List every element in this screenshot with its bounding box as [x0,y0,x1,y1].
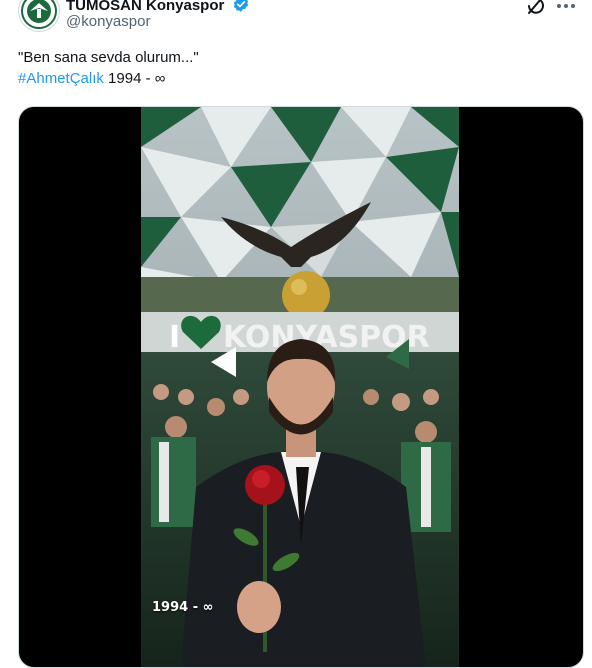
post-text-line2: #AhmetÇalık 1994 - ∞ [18,68,199,89]
video-frame[interactable]: I KONYASPOR [141,107,459,667]
years-text: 1994 - ∞ [108,70,166,87]
post-text: "Ben sana sevda olurum..." #AhmetÇalık 1… [18,47,199,89]
avatar[interactable] [18,0,60,32]
more-icon[interactable] [554,0,578,18]
handle[interactable]: @konyaspor [66,13,150,31]
post-text-line1: "Ben sana sevda olurum..." [18,49,199,66]
media-video[interactable]: I KONYASPOR 1994 - ∞ [18,106,584,668]
grok-icon[interactable] [524,0,548,18]
video-overlay-text: 1994 - ∞ [152,600,214,615]
banner-prefix: I [169,320,180,355]
hashtag-link[interactable]: #AhmetÇalık [18,70,104,87]
post-header: TÜMOSAN Konyaspor @konyaspor [0,0,592,40]
video-scene: I KONYASPOR [141,107,459,667]
display-name-text[interactable]: TÜMOSAN Konyaspor [66,0,224,14]
verified-badge-icon [232,0,250,18]
